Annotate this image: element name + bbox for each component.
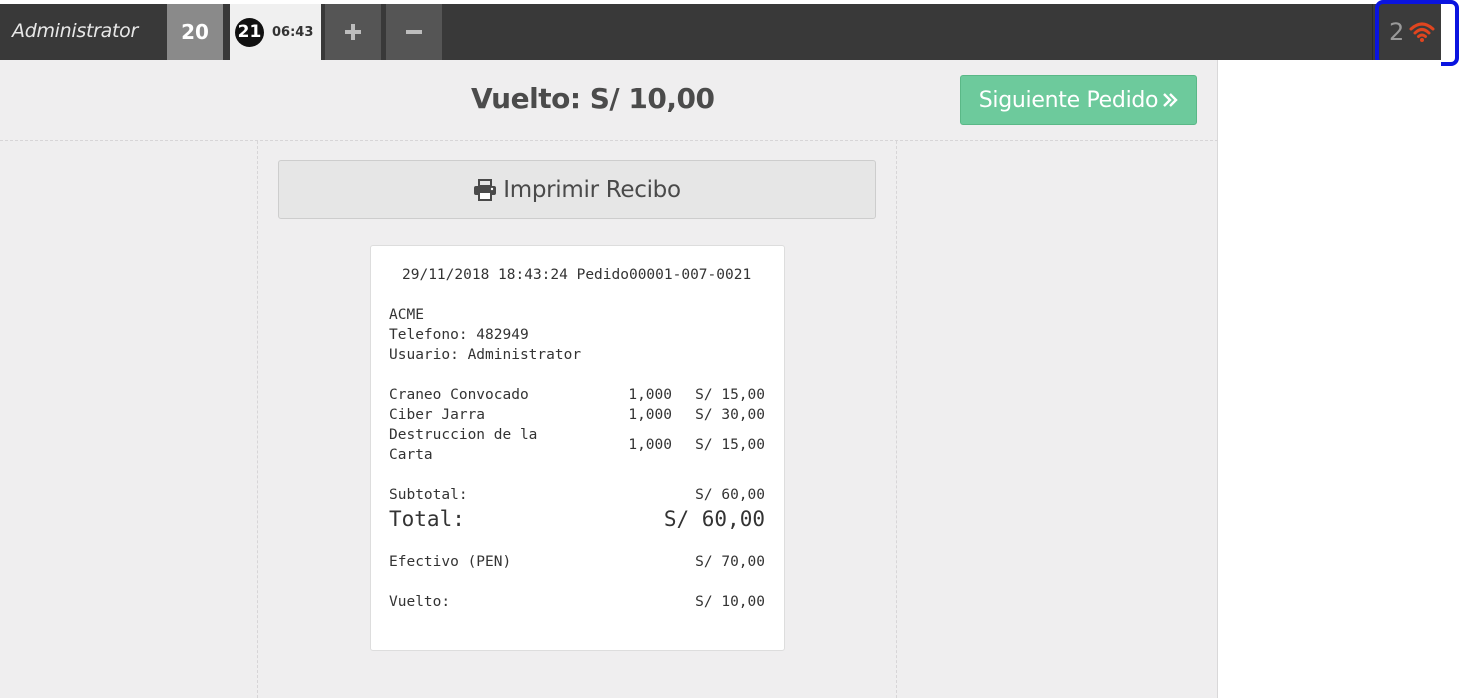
receipt-item-qty: 1,000 xyxy=(628,387,672,403)
order-tab-20[interactable]: 20 xyxy=(167,4,223,60)
printer-icon xyxy=(474,178,497,201)
top-bar: Administrator 20 21 06:43 2 xyxy=(0,4,1441,60)
receipt-user: Usuario: Administrator xyxy=(389,347,582,363)
receipt-item-name: Destruccion de la xyxy=(389,427,538,443)
receipt-subtotal-value: S/ 60,00 xyxy=(695,487,765,503)
column-divider-left xyxy=(257,141,258,698)
receipt-change-value: S/ 10,00 xyxy=(695,594,765,610)
next-order-label: Siguiente Pedido xyxy=(978,87,1159,113)
receipt-item-name: Craneo Convocado xyxy=(389,387,529,403)
order-tab-time: 06:43 xyxy=(272,24,314,40)
remove-order-button[interactable] xyxy=(386,4,442,60)
receipt-item-price: S/ 15,00 xyxy=(695,437,765,453)
order-tab-21-active[interactable]: 21 06:43 xyxy=(230,4,321,60)
receipt-item-price: S/ 30,00 xyxy=(695,407,765,423)
plus-icon xyxy=(345,24,361,40)
double-chevron-right-icon xyxy=(1163,93,1178,107)
receipt-company: ACME xyxy=(389,307,424,323)
change-header: Vuelto: S/ 10,00 Siguiente Pedido xyxy=(0,60,1218,141)
receipt-item-price: S/ 15,00 xyxy=(695,387,765,403)
column-divider-right xyxy=(896,141,897,698)
receipt-total-value: S/ 60,00 xyxy=(663,507,765,531)
receipt-phone: Telefono: 482949 xyxy=(389,327,529,343)
change-amount-title: Vuelto: S/ 10,00 xyxy=(471,82,715,115)
print-receipt-label: Imprimir Recibo xyxy=(503,176,681,203)
receipt-item-qty: 1,000 xyxy=(628,407,672,423)
receipt-cash-value: S/ 70,00 xyxy=(695,554,765,570)
receipt-item-name: Ciber Jarra xyxy=(389,407,486,423)
receipt-header: 29/11/2018 18:43:24 Pedido00001-007-0021 xyxy=(402,267,752,283)
print-receipt-button[interactable]: Imprimir Recibo xyxy=(278,160,876,219)
minus-icon xyxy=(406,30,422,34)
order-tab-number: 20 xyxy=(181,20,209,44)
receipt-subtotal-label: Subtotal: xyxy=(389,487,468,503)
panel-divider xyxy=(1217,60,1218,698)
main-area: Vuelto: S/ 10,00 Siguiente Pedido Imprim… xyxy=(0,60,1441,698)
order-tab-number-badge: 21 xyxy=(235,17,264,47)
cashier-name: Administrator xyxy=(12,20,138,42)
next-order-button[interactable]: Siguiente Pedido xyxy=(960,75,1197,125)
receipt-total-label: Total: xyxy=(389,507,465,531)
annotation-highlight xyxy=(1375,0,1459,66)
right-panel xyxy=(1218,60,1441,698)
receipt-item-name-continued: Carta xyxy=(389,447,433,463)
receipt-item-qty: 1,000 xyxy=(628,437,672,453)
receipt-preview: 29/11/2018 18:43:24 Pedido00001-007-0021… xyxy=(370,245,785,651)
receipt-change-label: Vuelto: xyxy=(389,594,451,610)
add-order-button[interactable] xyxy=(325,4,381,60)
receipt-cash-label: Efectivo (PEN) xyxy=(389,554,512,570)
